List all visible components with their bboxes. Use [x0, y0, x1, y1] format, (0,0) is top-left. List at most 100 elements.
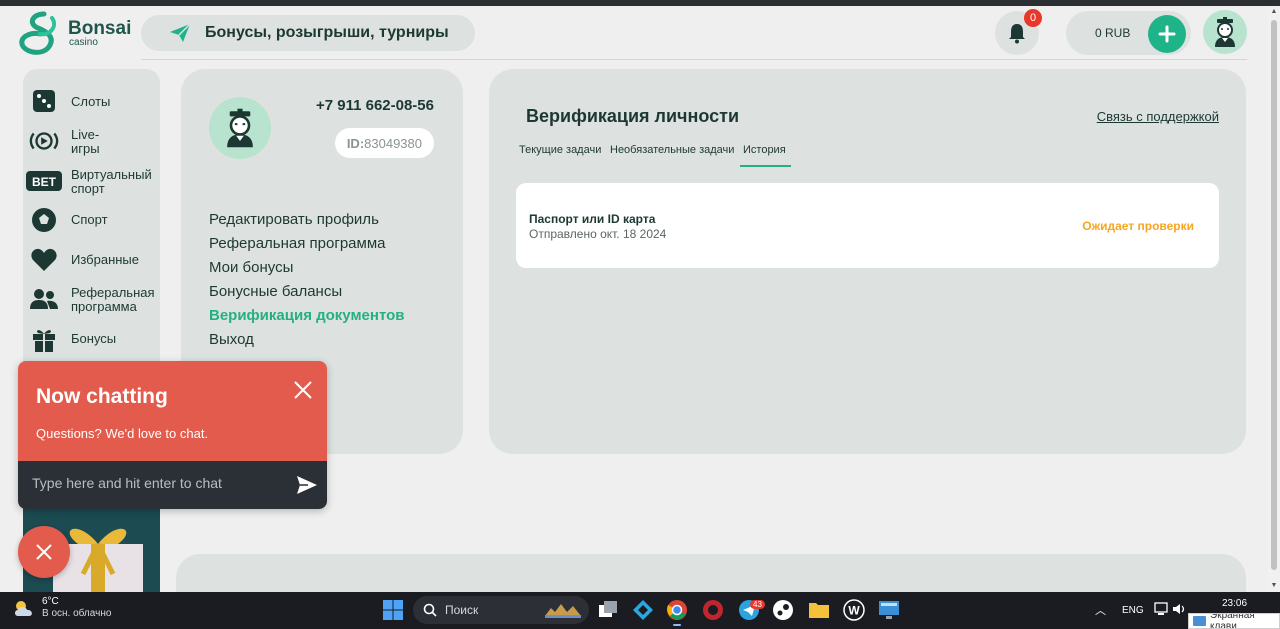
- menu-edit-profile[interactable]: Редактировать профиль: [209, 211, 379, 228]
- taskbar-app-kodi[interactable]: [630, 597, 656, 623]
- osk-tooltip-label: Экранная клави: [1210, 613, 1255, 629]
- chat-toggle-button[interactable]: [18, 526, 70, 578]
- header-divider: [141, 59, 1247, 60]
- svg-text:W: W: [848, 604, 860, 618]
- gift-icon: [29, 324, 59, 354]
- sidebar-item-label: Реферальная программа: [71, 285, 155, 314]
- tray-network-volume-icons[interactable]: [1154, 602, 1188, 619]
- taskbar-app-steam[interactable]: [770, 597, 796, 623]
- sidebar-item-referral[interactable]: Реферальная программа: [23, 284, 160, 314]
- support-link[interactable]: Связь с поддержкой: [1097, 109, 1219, 124]
- chat-input-placeholder: Type here and hit enter to chat: [32, 475, 222, 491]
- tab-current-tasks[interactable]: Текущие задачи: [519, 144, 601, 156]
- verification-panel: Верификация личности Связь с поддержкой …: [489, 69, 1246, 454]
- scroll-down-arrow-icon[interactable]: ▼: [1270, 582, 1278, 590]
- monitor-app-icon: [879, 601, 899, 619]
- chrome-icon: [667, 600, 687, 620]
- task-view-icon: [599, 601, 617, 617]
- scrollbar-thumb[interactable]: [1271, 20, 1277, 570]
- active-tab-indicator: [740, 165, 791, 167]
- sidebar-item-label: Виртуальный спорт: [71, 167, 152, 196]
- page-scrollbar[interactable]: ▲ ▼: [1268, 6, 1280, 592]
- chat-subtitle: Questions? We'd love to chat.: [36, 426, 209, 441]
- svg-text:BET: BET: [32, 175, 57, 189]
- tab-optional-tasks[interactable]: Необязательные задачи: [610, 144, 734, 156]
- send-icon[interactable]: [296, 475, 318, 495]
- folder-icon: [809, 603, 829, 618]
- geisha-avatar-icon: [1215, 17, 1235, 47]
- taskbar-app-w[interactable]: W: [841, 597, 867, 623]
- poker-chip-icon: [703, 600, 723, 620]
- user-avatar[interactable]: [1203, 10, 1247, 54]
- close-icon[interactable]: [292, 379, 314, 401]
- sidebar-item-virtual-sport[interactable]: BET Виртуальный спорт: [23, 166, 160, 196]
- taskbar-search[interactable]: Поиск: [413, 596, 589, 624]
- tab-history[interactable]: История: [743, 144, 786, 156]
- menu-my-bonuses[interactable]: Мои бонусы: [209, 259, 293, 276]
- taskbar-app-poker[interactable]: [700, 597, 726, 623]
- sidebar-item-label: Live- игры: [71, 127, 100, 156]
- chat-input[interactable]: Type here and hit enter to chat: [18, 461, 327, 509]
- sidebar-item-label: Бонусы: [71, 331, 117, 346]
- cloud-sun-icon: [15, 601, 32, 616]
- bet-icon: BET: [26, 166, 62, 196]
- chat-header: Now chatting Questions? We'd love to cha…: [18, 361, 327, 461]
- taskbar-app-explorer[interactable]: [806, 597, 832, 623]
- promo-label: Бонусы, розыгрыши, турниры: [205, 24, 449, 41]
- steam-icon: [773, 600, 793, 620]
- keyboard-icon: [1193, 616, 1206, 626]
- dice-icon: [29, 86, 59, 116]
- tray-chevron-up-icon[interactable]: ︿: [1095, 602, 1106, 618]
- logo-title: Bonsai: [68, 17, 132, 39]
- close-icon: [36, 544, 52, 560]
- sidebar-item-slots[interactable]: Слоты: [23, 86, 160, 116]
- telegram-unread-badge: 43: [750, 600, 765, 609]
- taskbar-app-monitor[interactable]: [876, 597, 902, 623]
- search-highlight-icon: [545, 604, 581, 618]
- kodi-icon: [633, 600, 653, 620]
- balance-label: 0 RUB: [1095, 26, 1131, 40]
- user-phone: +7 911 662-08-56: [315, 97, 434, 114]
- weather-widget[interactable]: 6°C В осн. облачно: [12, 596, 111, 620]
- plus-icon: [1158, 25, 1176, 43]
- live-games-icon: [29, 126, 59, 156]
- promo-button[interactable]: Бонусы, розыгрыши, турниры: [141, 15, 475, 51]
- deposit-button[interactable]: [1148, 15, 1186, 53]
- sidebar-item-bonuses[interactable]: Бонусы: [23, 324, 160, 354]
- menu-document-verification[interactable]: Верификация документов: [209, 307, 404, 324]
- profile-avatar: [209, 97, 271, 159]
- scroll-up-arrow-icon[interactable]: ▲: [1270, 8, 1278, 16]
- network-volume-icon: [1154, 602, 1185, 615]
- menu-bonus-balances[interactable]: Бонусные балансы: [209, 283, 342, 300]
- soccer-ball-icon: [29, 205, 59, 235]
- user-id-value: 83049380: [364, 135, 422, 151]
- search-icon: [423, 603, 437, 617]
- menu-logout[interactable]: Выход: [209, 331, 254, 348]
- on-screen-keyboard-tooltip: Экранная клави: [1188, 613, 1280, 629]
- logo-subtitle: casino: [69, 36, 98, 48]
- users-icon: [29, 284, 59, 314]
- user-id-pill: ID: 83049380: [334, 128, 434, 158]
- paper-plane-icon: [170, 23, 191, 42]
- keyboard-language[interactable]: ENG: [1122, 605, 1144, 616]
- sidebar-item-live-games[interactable]: Live- игры: [23, 126, 160, 156]
- menu-referral-program[interactable]: Реферальная программа: [209, 235, 385, 252]
- w-app-icon: W: [843, 599, 865, 621]
- notification-count-badge: 0: [1024, 9, 1042, 27]
- windows-start-icon[interactable]: [383, 600, 403, 620]
- site-logo[interactable]: Bonsai casino: [18, 10, 138, 56]
- weather-temperature: 6°C: [42, 596, 59, 607]
- heart-icon: [29, 245, 59, 275]
- user-id-prefix: ID:: [346, 135, 365, 151]
- verification-card: Паспорт или ID карта Отправлено окт. 18 …: [516, 183, 1219, 268]
- verification-title: Верификация личности: [526, 106, 740, 126]
- sidebar-item-label: Спорт: [71, 212, 108, 227]
- taskbar-task-view[interactable]: [596, 597, 622, 623]
- sidebar-item-sport[interactable]: Спорт: [23, 205, 160, 235]
- taskbar-app-chrome[interactable]: [664, 597, 690, 626]
- site-header: Bonsai casino Бонусы, розыгрыши, турниры…: [0, 6, 1268, 60]
- sidebar-item-favorites[interactable]: Избранные: [23, 245, 160, 275]
- chat-title: Now chatting: [36, 385, 168, 408]
- weather-description: В осн. облачно: [42, 608, 112, 619]
- clock-time[interactable]: 23:06: [1222, 598, 1247, 609]
